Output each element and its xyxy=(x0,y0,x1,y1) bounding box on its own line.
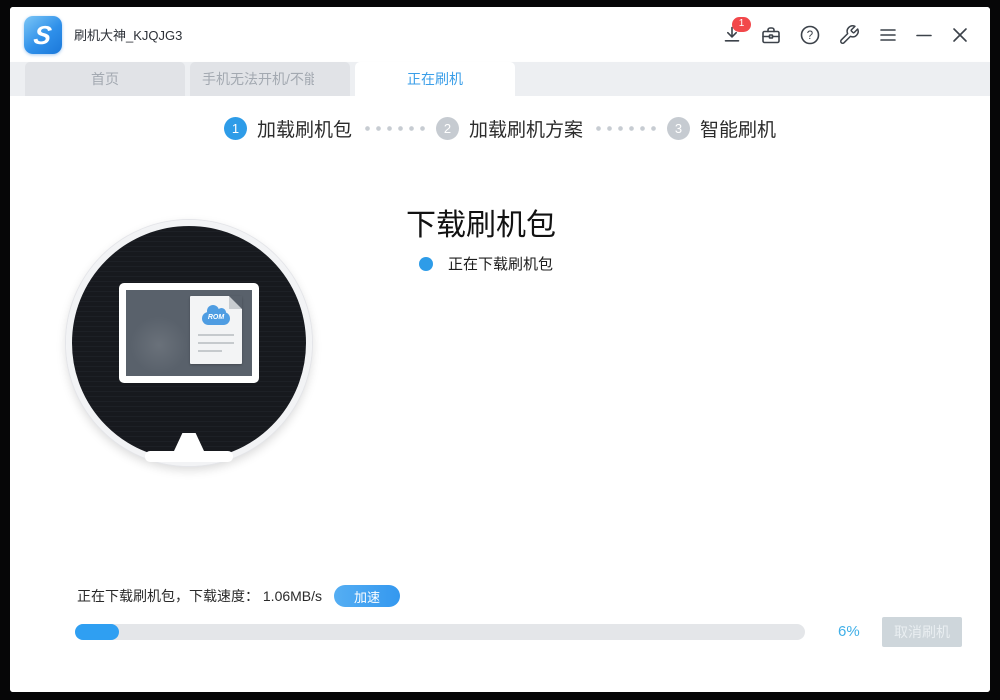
step-load-rom-package: 1 加载刷机包 xyxy=(224,115,352,142)
minimize-icon xyxy=(913,24,935,46)
download-status-line: 正在下载刷机包，下载速度： 1.06MB/s 加速 xyxy=(77,585,400,607)
minimize-button[interactable] xyxy=(912,23,936,47)
tab-phone-cannot-boot[interactable]: 手机无法开机/不能 xyxy=(190,62,350,96)
monitor-base xyxy=(145,451,233,462)
progress-fill xyxy=(75,624,119,640)
monitor-icon: ROM xyxy=(119,283,259,383)
settings-button[interactable] xyxy=(837,23,861,47)
step-load-flash-plan: 2 加载刷机方案 xyxy=(436,115,583,142)
progress-percent: 6% xyxy=(838,623,860,640)
status-dot xyxy=(419,257,433,271)
toolbox-icon xyxy=(760,24,782,46)
page-title: 下载刷机包 xyxy=(406,200,556,244)
close-button[interactable] xyxy=(948,23,972,47)
step-1-circle: 1 xyxy=(224,117,247,140)
tab-home[interactable]: 首页 xyxy=(25,62,185,96)
main-content: 1 加载刷机包 2 加载刷机方案 3 智能刷机 ROM xyxy=(10,96,990,692)
window-title: 刷机大神_KJQJG3 xyxy=(74,25,182,44)
page-fold xyxy=(229,296,242,309)
app-logo-letter: S xyxy=(33,22,54,48)
download-button[interactable]: 1 xyxy=(720,23,744,47)
menu-button[interactable] xyxy=(876,23,900,47)
step-indicator: 1 加载刷机包 2 加载刷机方案 3 智能刷机 xyxy=(10,115,990,142)
titlebar-actions: 1 ? xyxy=(705,23,972,47)
cloud-icon: ROM xyxy=(202,312,230,325)
wrench-icon xyxy=(838,24,860,46)
boost-button[interactable]: 加速 xyxy=(334,585,400,607)
rom-file-icon: ROM xyxy=(190,296,242,364)
download-speed-text: 正在下载刷机包，下载速度： 1.06MB/s xyxy=(77,586,322,606)
step-separator-dots xyxy=(593,126,657,131)
notification-badge: 1 xyxy=(732,17,751,32)
app-window: S 刷机大神_KJQJG3 1 ? xyxy=(10,7,990,692)
help-icon: ? xyxy=(799,24,821,46)
tab-flashing-active[interactable]: 正在刷机 xyxy=(355,62,515,96)
cancel-flash-button[interactable]: 取消刷机 xyxy=(882,617,962,647)
step-smart-flash: 3 智能刷机 xyxy=(667,115,776,142)
menu-icon xyxy=(877,24,899,46)
status-text: 正在下载刷机包 xyxy=(448,253,553,274)
app-logo: S xyxy=(24,16,62,54)
tab-bar: 首页 手机无法开机/不能 正在刷机 xyxy=(10,62,990,96)
step-3-circle: 3 xyxy=(667,117,690,140)
title-bar: S 刷机大神_KJQJG3 1 ? xyxy=(10,7,990,62)
toolbox-button[interactable] xyxy=(759,23,783,47)
monitor-stand xyxy=(174,433,204,451)
close-icon xyxy=(949,24,971,46)
help-button[interactable]: ? xyxy=(798,23,822,47)
step-2-circle: 2 xyxy=(436,117,459,140)
svg-text:?: ? xyxy=(807,30,813,42)
status-row: 正在下载刷机包 xyxy=(419,253,553,274)
download-illustration: ROM xyxy=(66,220,312,466)
progress-bar xyxy=(75,624,805,640)
step-separator-dots xyxy=(362,126,426,131)
